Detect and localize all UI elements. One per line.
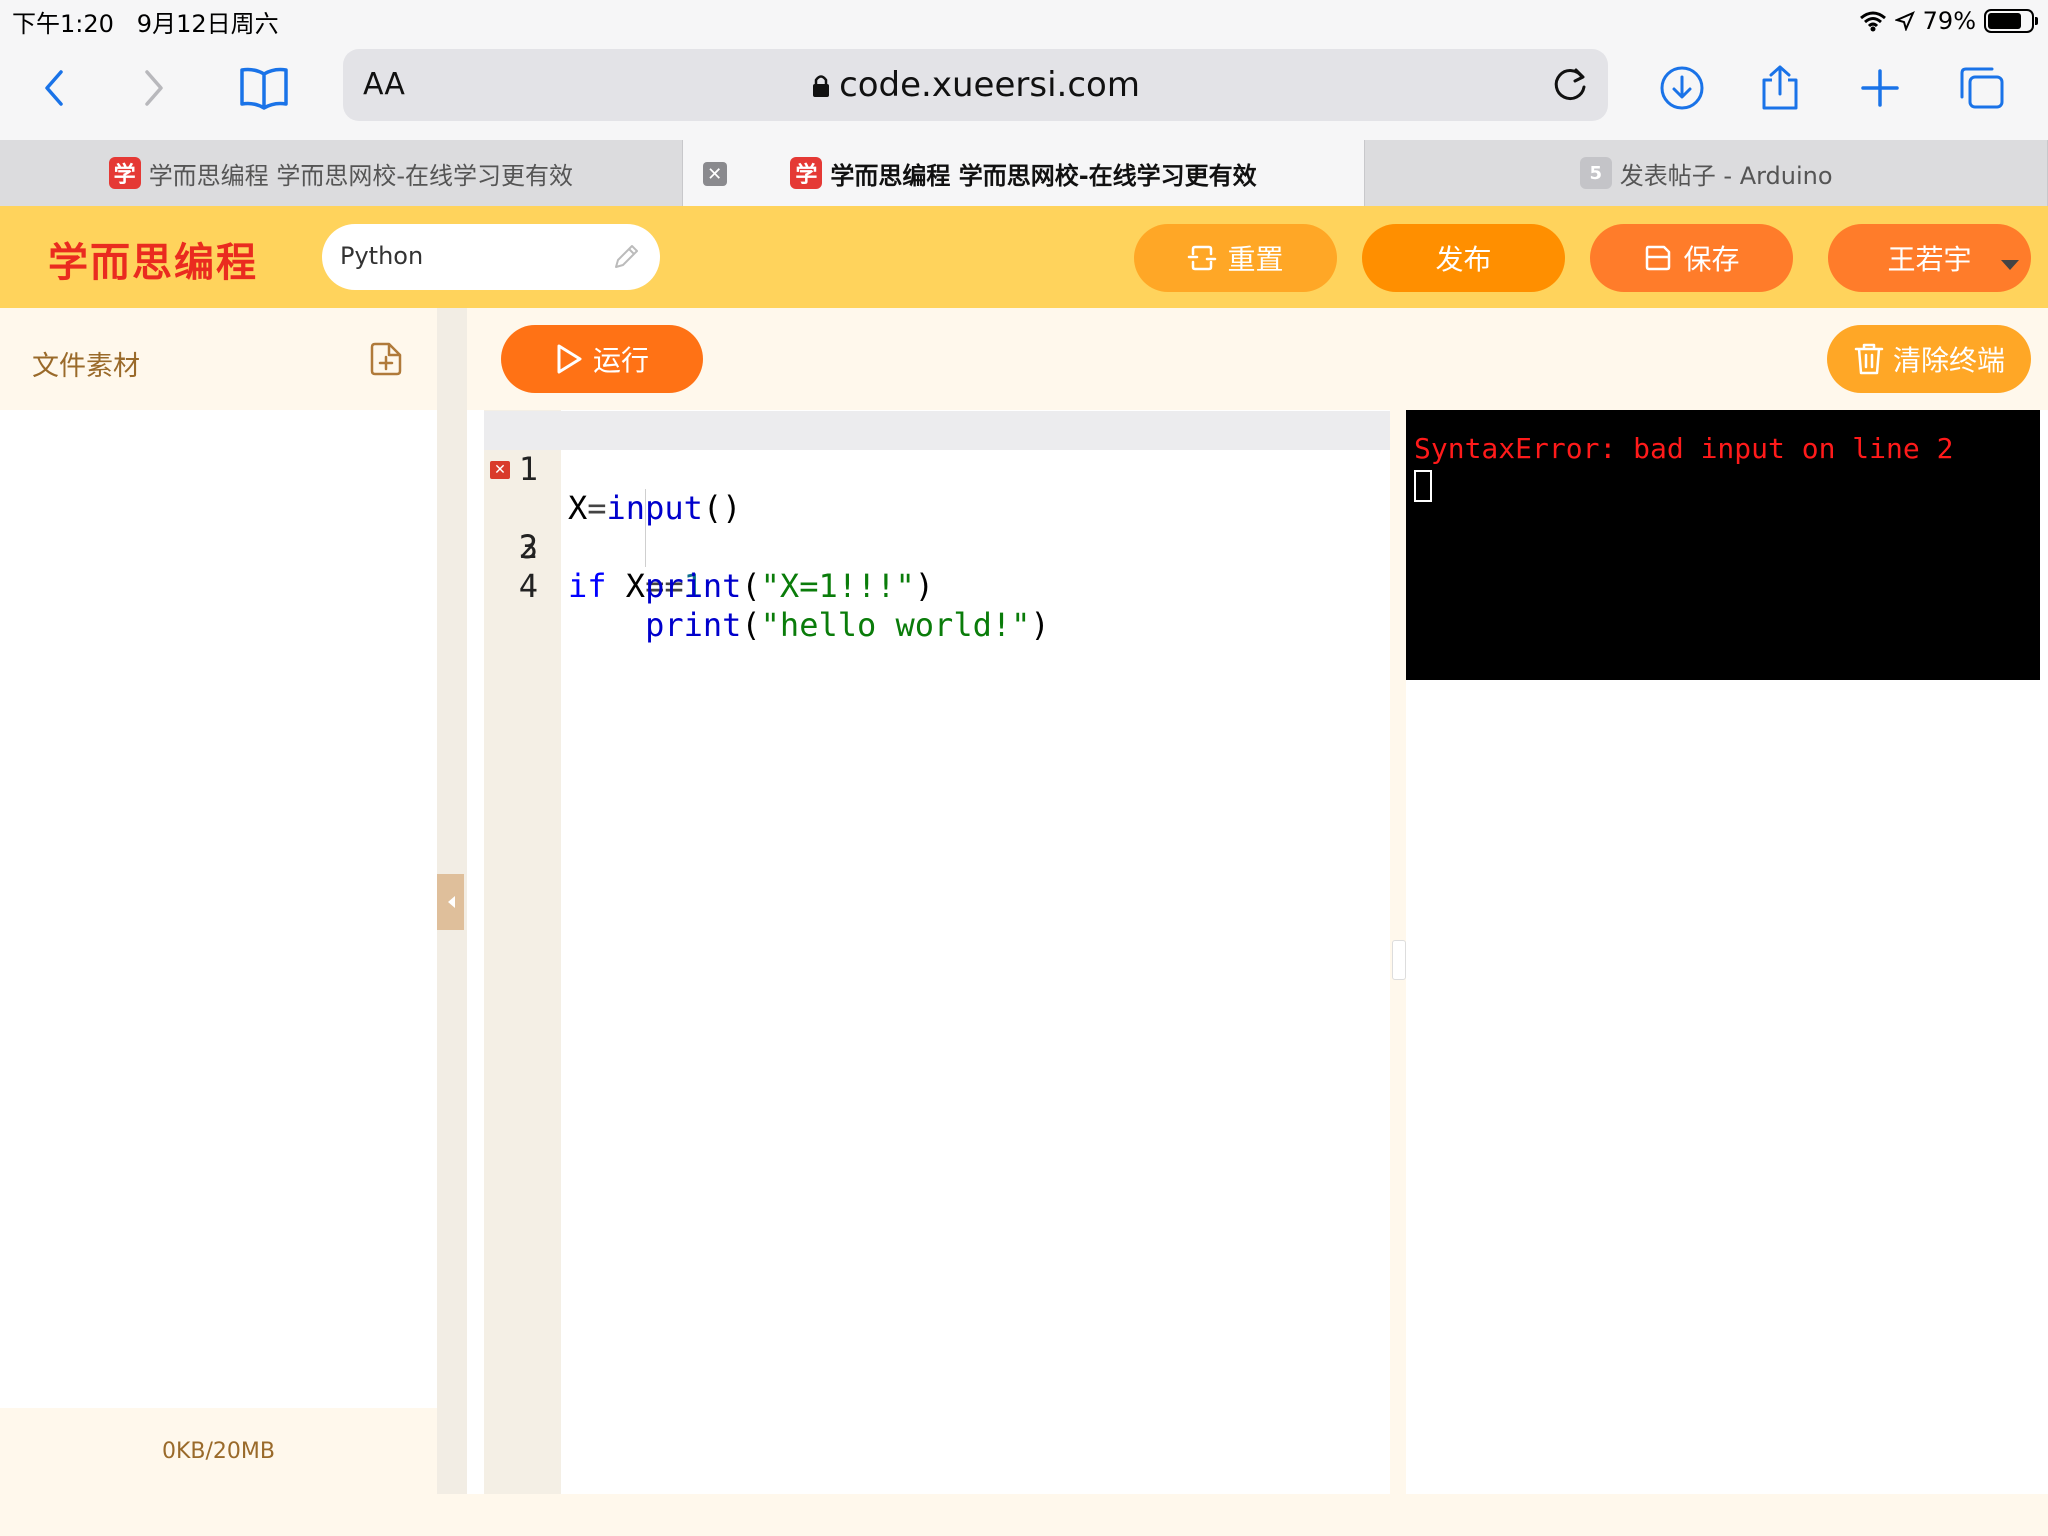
wifi-icon [1859,11,1886,32]
back-button[interactable] [24,58,84,118]
reload-icon[interactable] [1546,61,1594,109]
browser-tabs: 学 学而思编程 学而思网校-在线学习更有效 ✕ 学 学而思编程 学而思网校-在线… [0,140,2048,206]
tab-title: 学而思编程 学而思网校-在线学习更有效 [830,161,1257,190]
tab-title: 学而思编程 学而思网校-在线学习更有效 [148,161,573,190]
url-display[interactable]: code.xueersi.com [343,65,1608,105]
publish-button[interactable]: 发布 [1362,224,1565,292]
editor-toolbar [467,308,2048,410]
app-header: 学而思编程 Python 重置 发布 保存 王若宇 [0,206,2048,308]
play-icon [557,344,582,374]
battery-percent: 79% [1922,7,1976,35]
download-icon [1660,66,1704,110]
code-editor[interactable]: 1 X=input() ✕ 2 if X==1 3 print("X=1!!!"… [484,410,1390,1494]
clear-terminal-label: 清除终端 [1892,344,2005,377]
battery-icon [1984,9,2038,33]
sidebar-title: 文件素材 [32,351,140,382]
plus-icon [1861,69,1899,107]
chevron-left-icon [45,70,63,106]
status-indicators: 79% [1859,4,2038,38]
share-icon [1762,65,1798,110]
run-label: 运行 [592,344,649,377]
status-time: 下午1:20 9月12日周六 [12,4,279,39]
lock-icon [813,75,830,97]
code-line[interactable]: ✕ 2 if X==1 [484,450,1390,605]
share-button[interactable] [1750,58,1810,118]
downloads-button[interactable] [1652,58,1712,118]
user-menu-button[interactable]: 王若宇 [1828,224,2031,292]
book-icon [240,67,288,110]
tab-favicon: 5 [1579,157,1612,189]
tab-favicon: 学 [790,157,823,189]
clear-terminal-button[interactable]: 清除终端 [1827,325,2031,393]
user-name: 王若宇 [1887,243,1972,276]
code-text: print("X=1!!!") [645,567,935,605]
terminal-cursor [1414,470,1432,502]
bottom-strip [0,1494,2048,1536]
add-file-icon[interactable] [367,340,405,378]
close-tab-icon[interactable]: ✕ [702,162,727,186]
save-icon [1646,245,1671,271]
indent-guide [645,489,646,567]
caret-down-icon [2001,260,2019,270]
browser-tab-active[interactable]: ✕ 学 学而思编程 学而思网校-在线学习更有效 [682,140,1366,206]
chevron-right-icon [145,70,163,106]
new-tab-button[interactable] [1850,58,1910,118]
browser-tab[interactable]: 5 发表帖子 - Arduino [1365,140,2048,206]
language-label: Python [340,242,424,270]
forward-button[interactable] [124,58,184,118]
code-text: print("hello world!") [645,606,1050,644]
tab-overview-button[interactable] [1952,58,2012,118]
tabs-icon [1960,67,2004,109]
run-button[interactable]: 运行 [501,325,703,393]
save-label: 保存 [1683,243,1740,276]
save-button[interactable]: 保存 [1590,224,1793,292]
browser-toolbar: AA code.xueersi.com [0,42,2048,140]
trash-icon [1854,343,1884,375]
code-line[interactable]: 3 print("X=1!!!") [484,489,1390,605]
reset-icon [1188,245,1217,271]
code-line[interactable]: 1 X=input() [484,411,1390,527]
error-icon[interactable]: ✕ [490,461,510,479]
language-selector[interactable]: Python [322,224,660,290]
terminal-output[interactable]: SyntaxError: bad input on line 2 [1406,410,2040,680]
splitter-handle[interactable] [1392,940,1406,980]
line-number: 4 [518,567,538,605]
code-line[interactable]: 4 print("hello world!") [484,528,1390,644]
pencil-icon[interactable] [610,241,642,273]
collapse-sidebar-button[interactable] [437,874,464,930]
location-icon [1894,11,1915,31]
status-date-text: 9月12日周六 [136,10,279,38]
storage-usage: 0KB/20MB [0,1408,437,1494]
tab-title: 发表帖子 - Arduino [1619,161,1833,190]
app-logo[interactable]: 学而思编程 [48,230,258,288]
terminal-blank-area [1406,680,2040,1486]
tab-favicon: 学 [108,157,141,189]
caret-left-icon [447,896,455,908]
address-bar[interactable]: AA code.xueersi.com [343,49,1608,121]
status-bar: 下午1:20 9月12日周六 79% [0,0,2048,42]
status-time-text: 下午1:20 [12,10,114,38]
reset-button[interactable]: 重置 [1134,224,1337,292]
url-text: code.xueersi.com [839,65,1140,105]
publish-label: 发布 [1435,243,1492,276]
browser-tab[interactable]: 学 学而思编程 学而思网校-在线学习更有效 [0,140,683,206]
file-sidebar: 文件素材 0KB/20MB [0,308,437,1494]
battery-fill [1988,13,2022,29]
reset-label: 重置 [1227,243,1284,276]
sidebar-header: 文件素材 [0,308,437,410]
bookmarks-button[interactable] [234,58,294,118]
terminal-error-text: SyntaxError: bad input on line 2 [1414,432,1954,465]
